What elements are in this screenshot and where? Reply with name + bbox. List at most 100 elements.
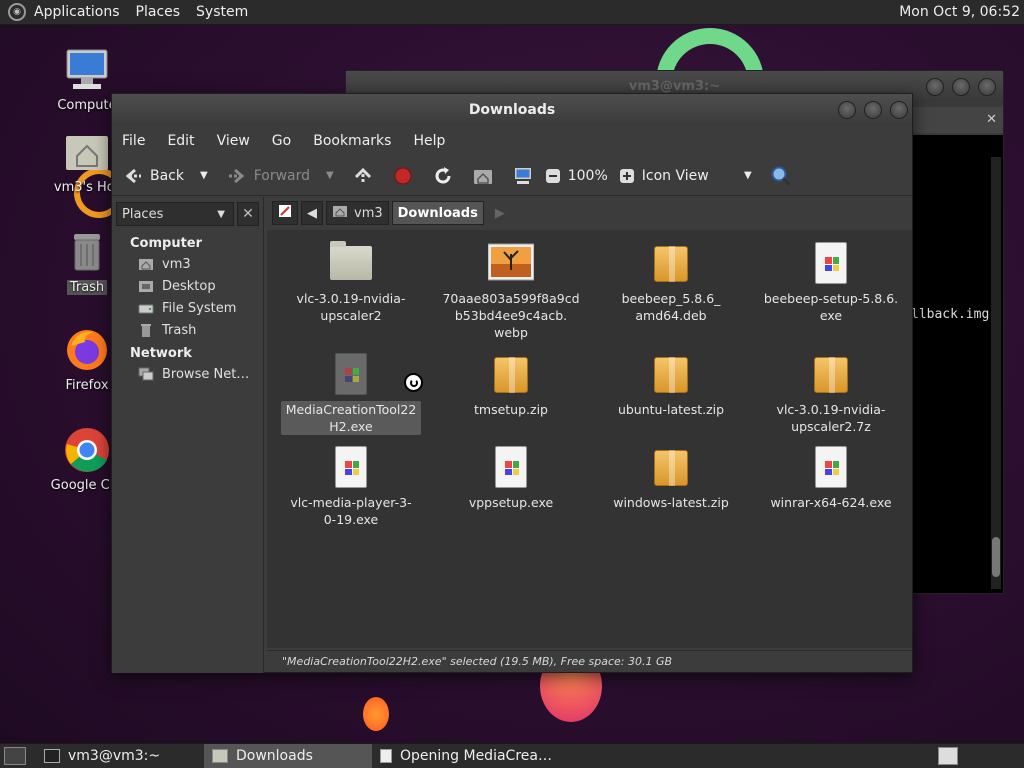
forward-button[interactable]: Forward ▼ bbox=[226, 165, 334, 187]
search-icon[interactable] bbox=[770, 165, 792, 187]
trash-icon bbox=[138, 322, 154, 338]
back-history-dropdown-icon[interactable]: ▼ bbox=[200, 170, 208, 181]
file-item[interactable]: tmsetup.zip bbox=[441, 351, 581, 418]
system-menu[interactable]: System bbox=[196, 4, 248, 20]
desktop-icon-label: Trash bbox=[66, 280, 108, 295]
reload-icon[interactable] bbox=[432, 165, 454, 187]
file-item[interactable]: 70aae803a599f8a9cd b53bd4ee9c4acb. webp bbox=[441, 240, 581, 341]
wallpaper-dot bbox=[363, 697, 389, 731]
executable-icon bbox=[328, 444, 374, 490]
breadcrumb-vm3[interactable]: vm3 bbox=[326, 201, 389, 225]
view-mode-select[interactable]: Icon View ▼ bbox=[642, 168, 752, 184]
menu-view[interactable]: View bbox=[217, 133, 250, 149]
home-icon[interactable] bbox=[472, 165, 494, 187]
sidebar-item-desktop[interactable]: Desktop bbox=[112, 275, 263, 297]
applications-menu[interactable]: Applications bbox=[34, 4, 120, 20]
menu-file[interactable]: File bbox=[122, 133, 145, 149]
sidebar-section-network: Network bbox=[130, 346, 192, 361]
file-item[interactable]: vlc-3.0.19-nvidia- upscaler2.7z bbox=[761, 351, 901, 435]
sidebar-close-button[interactable]: ✕ bbox=[237, 202, 259, 226]
breadcrumb-downloads[interactable]: Downloads bbox=[391, 201, 484, 225]
terminal-maximize-button[interactable] bbox=[952, 78, 970, 96]
terminal-minimize-button[interactable] bbox=[926, 78, 944, 96]
firefox-icon bbox=[63, 326, 111, 374]
sidebar-item-trash[interactable]: Trash bbox=[112, 319, 263, 341]
clock[interactable]: Mon Oct 9, 06:52 bbox=[899, 4, 1020, 20]
sidebar-item-label: Desktop bbox=[162, 278, 216, 294]
file-name: beebeep_5.8.6_ amd64.deb bbox=[621, 291, 721, 323]
image-thumbnail-icon bbox=[487, 240, 535, 286]
back-button[interactable]: Back ▼ bbox=[122, 165, 208, 187]
sidebar-mode-select[interactable]: Places ▼ bbox=[116, 202, 234, 226]
file-view[interactable]: vlc-3.0.19-nvidia- upscaler2 70aae803a59… bbox=[267, 230, 912, 648]
location-edit-button[interactable] bbox=[272, 201, 298, 225]
terminal-tab-close-icon[interactable]: ✕ bbox=[911, 107, 1003, 133]
executable-icon bbox=[328, 351, 374, 397]
menu-edit[interactable]: Edit bbox=[167, 133, 194, 149]
file-item[interactable]: beebeep-setup-5.8.6. exe bbox=[761, 240, 901, 324]
sidebar-item-vm3[interactable]: vm3 bbox=[112, 253, 263, 275]
file-item-selected[interactable]: MediaCreationTool22 H2.exe bbox=[281, 351, 421, 435]
menu-bar: File Edit View Go Bookmarks Help bbox=[112, 126, 912, 156]
view-mode-value: Icon View bbox=[641, 167, 709, 184]
path-scroll-right-icon[interactable]: ▶ bbox=[495, 206, 505, 221]
home-folder-icon bbox=[63, 128, 111, 176]
file-manager-window[interactable]: Downloads File Edit View Go Bookmarks He… bbox=[111, 93, 913, 673]
home-icon bbox=[332, 204, 348, 222]
trash-icon bbox=[63, 228, 111, 276]
task-terminal[interactable]: vm3@vm3:~ bbox=[36, 744, 204, 768]
terminal-close-button[interactable] bbox=[978, 78, 996, 96]
file-item[interactable]: vlc-3.0.19-nvidia- upscaler2 bbox=[281, 240, 421, 324]
file-item[interactable]: vlc-media-player-3- 0-19.exe bbox=[281, 444, 421, 528]
toolbar: Back ▼ Forward ▼ 100% Icon View ▼ bbox=[112, 156, 912, 196]
file-name: vlc-3.0.19-nvidia- upscaler2 bbox=[296, 291, 406, 323]
up-arrow-icon[interactable] bbox=[352, 165, 374, 187]
file-item[interactable]: vppsetup.exe bbox=[441, 444, 581, 511]
task-downloads[interactable]: Downloads bbox=[204, 743, 372, 768]
distro-logo-icon[interactable]: ◉ bbox=[8, 3, 26, 21]
stop-icon[interactable] bbox=[392, 165, 414, 187]
maximize-button[interactable] bbox=[864, 101, 882, 119]
task-label: Opening MediaCrea… bbox=[400, 748, 552, 764]
zoom-in-icon[interactable] bbox=[616, 165, 638, 187]
minimize-button[interactable] bbox=[838, 101, 856, 119]
sidebar-item-browse-network[interactable]: Browse Net… bbox=[112, 363, 263, 385]
executable-icon bbox=[380, 749, 392, 763]
task-label: Downloads bbox=[236, 748, 313, 764]
terminal-output[interactable] bbox=[911, 135, 1003, 593]
sidebar-item-label: Trash bbox=[162, 322, 197, 338]
path-bar: ◀ vm3 Downloads ▶ bbox=[267, 197, 912, 229]
pencil-icon bbox=[278, 204, 292, 222]
path-scroll-left-button[interactable]: ◀ bbox=[301, 201, 323, 225]
zoom-level: 100% bbox=[567, 167, 608, 184]
close-button[interactable] bbox=[890, 101, 908, 119]
sidebar-item-label: vm3 bbox=[162, 256, 191, 272]
places-menu[interactable]: Places bbox=[136, 4, 181, 20]
package-icon bbox=[808, 351, 854, 397]
file-name: MediaCreationTool22 H2.exe bbox=[281, 401, 421, 435]
back-label: Back bbox=[150, 167, 184, 184]
file-name: 70aae803a599f8a9cd b53bd4ee9c4acb. webp bbox=[442, 291, 580, 340]
task-opening[interactable]: Opening MediaCrea… bbox=[372, 744, 572, 768]
computer-icon[interactable] bbox=[512, 165, 534, 187]
menu-help[interactable]: Help bbox=[413, 133, 445, 149]
window-title: Downloads bbox=[468, 102, 556, 118]
file-manager-titlebar[interactable]: Downloads bbox=[112, 94, 912, 126]
terminal-scrollbar[interactable] bbox=[991, 157, 1001, 589]
file-item[interactable]: winrar-x64-624.exe bbox=[761, 444, 901, 511]
show-desktop-icon[interactable] bbox=[4, 747, 26, 765]
file-name: vlc-media-player-3- 0-19.exe bbox=[290, 495, 412, 527]
workspace-switcher-icon[interactable] bbox=[938, 747, 958, 765]
forward-history-dropdown-icon[interactable]: ▼ bbox=[326, 170, 334, 181]
task-label: vm3@vm3:~ bbox=[68, 748, 161, 764]
file-item[interactable]: ubuntu-latest.zip bbox=[601, 351, 741, 418]
file-name: vppsetup.exe bbox=[468, 495, 554, 510]
sidebar-item-file-system[interactable]: File System bbox=[112, 297, 263, 319]
breadcrumb-label: Downloads bbox=[397, 205, 478, 221]
zoom-out-icon[interactable] bbox=[542, 165, 564, 187]
menu-bookmarks[interactable]: Bookmarks bbox=[313, 133, 391, 149]
file-item[interactable]: windows-latest.zip bbox=[601, 444, 741, 511]
menu-go[interactable]: Go bbox=[272, 133, 291, 149]
terminal-scrollbar-thumb[interactable] bbox=[992, 537, 1000, 577]
file-item[interactable]: beebeep_5.8.6_ amd64.deb bbox=[601, 240, 741, 324]
